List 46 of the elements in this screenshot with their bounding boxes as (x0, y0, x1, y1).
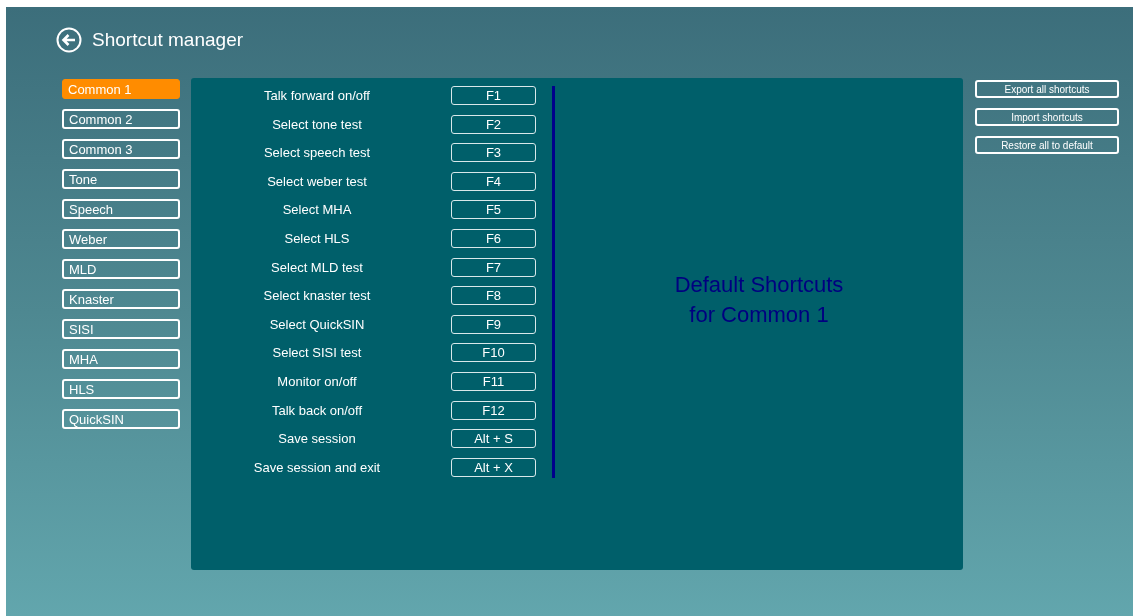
info-text: for Common 1 (689, 301, 829, 329)
shortcut-key-field[interactable]: F7 (451, 257, 536, 277)
category-tab[interactable]: SISI (62, 319, 180, 339)
category-tab[interactable]: Speech (62, 199, 180, 219)
back-icon[interactable] (56, 27, 82, 53)
shortcut-key-field[interactable]: F12 (451, 400, 536, 420)
category-tab[interactable]: Knaster (62, 289, 180, 309)
shortcut-label: Select HLS (283, 230, 351, 246)
shortcut-key-field[interactable]: F1 (451, 86, 536, 105)
shortcut-label: Select QuickSIN (268, 316, 366, 332)
category-tab[interactable]: Tone (62, 169, 180, 189)
action-button[interactable]: Export all shortcuts (975, 80, 1119, 98)
category-tab[interactable]: MLD (62, 259, 180, 279)
category-tab[interactable]: Common 3 (62, 139, 180, 159)
shortcut-label: Save session and exit (252, 459, 382, 475)
category-tab[interactable]: Common 2 (62, 109, 180, 129)
shortcut-key-field[interactable]: F6 (451, 228, 536, 248)
shortcut-label: Talk forward on/off (263, 88, 371, 103)
page-title: Shortcut manager (92, 29, 244, 51)
shortcut-key-field[interactable]: Alt + X (451, 457, 536, 477)
shortcut-key-field[interactable]: F9 (451, 314, 536, 334)
category-tab[interactable]: QuickSIN (62, 409, 180, 429)
shortcut-key-field[interactable]: F8 (451, 286, 536, 306)
shortcut-label: Select weber test (266, 173, 368, 189)
shortcut-key-field[interactable]: F11 (451, 371, 536, 391)
shortcut-key-field[interactable]: F3 (451, 143, 536, 163)
category-tab[interactable]: Weber (62, 229, 180, 249)
shortcut-key-field[interactable]: F5 (451, 200, 536, 220)
action-button[interactable]: Import shortcuts (975, 108, 1119, 126)
shortcut-label: Select speech test (262, 145, 372, 161)
shortcut-key-field[interactable]: F4 (451, 171, 536, 191)
info-text: Default Shortcuts (674, 271, 844, 299)
shortcut-label: Select tone test (271, 116, 363, 132)
shortcut-label: Select MLD test (270, 259, 364, 275)
shortcut-label: Select SISI test (271, 345, 363, 361)
shortcut-label: Select MHA (281, 202, 353, 218)
shortcut-key-field[interactable]: F10 (451, 343, 536, 363)
action-button[interactable]: Restore all to default (975, 136, 1119, 154)
shortcut-label: Save session (277, 431, 357, 447)
shortcut-label: Monitor on/off (276, 373, 358, 389)
shortcut-label: Talk back on/off (270, 402, 364, 418)
shortcut-key-field[interactable]: F2 (451, 114, 536, 134)
category-tab[interactable]: MHA (62, 349, 180, 369)
shortcut-label: Select knaster test (262, 288, 372, 304)
category-tab[interactable]: HLS (62, 379, 180, 399)
shortcut-key-field[interactable]: Alt + S (451, 429, 536, 449)
